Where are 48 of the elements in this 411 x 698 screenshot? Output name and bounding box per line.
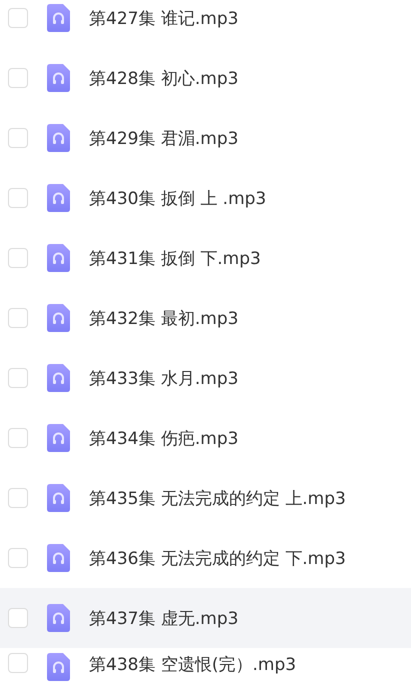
audio-file-icon (47, 653, 70, 681)
file-row[interactable]: 第434集 伤疤.mp3 (0, 408, 411, 468)
audio-file-icon (47, 484, 70, 512)
audio-file-icon (47, 244, 70, 272)
checkbox[interactable] (8, 68, 28, 88)
audio-file-icon (47, 4, 70, 32)
file-name[interactable]: 第430集 扳倒 上 .mp3 (89, 186, 266, 210)
audio-file-icon (47, 544, 70, 572)
file-name[interactable]: 第428集 初心.mp3 (89, 66, 238, 90)
file-name[interactable]: 第437集 虚无.mp3 (89, 606, 238, 630)
audio-file-icon (47, 124, 70, 152)
file-name[interactable]: 第431集 扳倒 下.mp3 (89, 246, 261, 270)
checkbox[interactable] (8, 188, 28, 208)
checkbox[interactable] (8, 428, 28, 448)
file-row[interactable]: 第428集 初心.mp3 (0, 48, 411, 108)
file-name[interactable]: 第435集 无法完成的约定 上.mp3 (89, 486, 346, 510)
audio-file-icon (47, 64, 70, 92)
checkbox[interactable] (8, 548, 28, 568)
file-name[interactable]: 第433集 水月.mp3 (89, 366, 238, 390)
file-name[interactable]: 第429集 君湄.mp3 (89, 126, 238, 150)
audio-file-icon (47, 304, 70, 332)
checkbox[interactable] (8, 368, 28, 388)
checkbox[interactable] (8, 8, 28, 28)
audio-file-icon (47, 424, 70, 452)
checkbox[interactable] (8, 653, 28, 673)
file-name[interactable]: 第436集 无法完成的约定 下.mp3 (89, 546, 346, 570)
file-row[interactable]: 第436集 无法完成的约定 下.mp3 (0, 528, 411, 588)
checkbox[interactable] (8, 308, 28, 328)
file-row[interactable]: 第431集 扳倒 下.mp3 (0, 228, 411, 288)
checkbox[interactable] (8, 488, 28, 508)
file-row[interactable]: 第433集 水月.mp3 (0, 348, 411, 408)
file-row[interactable]: 第430集 扳倒 上 .mp3 (0, 168, 411, 228)
checkbox[interactable] (8, 248, 28, 268)
file-name[interactable]: 第427集 谁记.mp3 (89, 6, 238, 30)
audio-file-icon (47, 604, 70, 632)
file-row[interactable]: 第437集 虚无.mp3 (0, 588, 411, 648)
file-row[interactable]: 第438集 空遗恨(完）.mp3 (0, 648, 411, 698)
file-row[interactable]: 第429集 君湄.mp3 (0, 108, 411, 168)
checkbox[interactable] (8, 128, 28, 148)
checkbox[interactable] (8, 608, 28, 628)
audio-file-icon (47, 184, 70, 212)
audio-file-icon (47, 364, 70, 392)
file-row[interactable]: 第427集 谁记.mp3 (0, 0, 411, 48)
file-name[interactable]: 第434集 伤疤.mp3 (89, 426, 238, 450)
file-row[interactable]: 第435集 无法完成的约定 上.mp3 (0, 468, 411, 528)
file-name[interactable]: 第438集 空遗恨(完）.mp3 (89, 653, 296, 676)
file-name[interactable]: 第432集 最初.mp3 (89, 306, 238, 330)
file-row[interactable]: 第432集 最初.mp3 (0, 288, 411, 348)
